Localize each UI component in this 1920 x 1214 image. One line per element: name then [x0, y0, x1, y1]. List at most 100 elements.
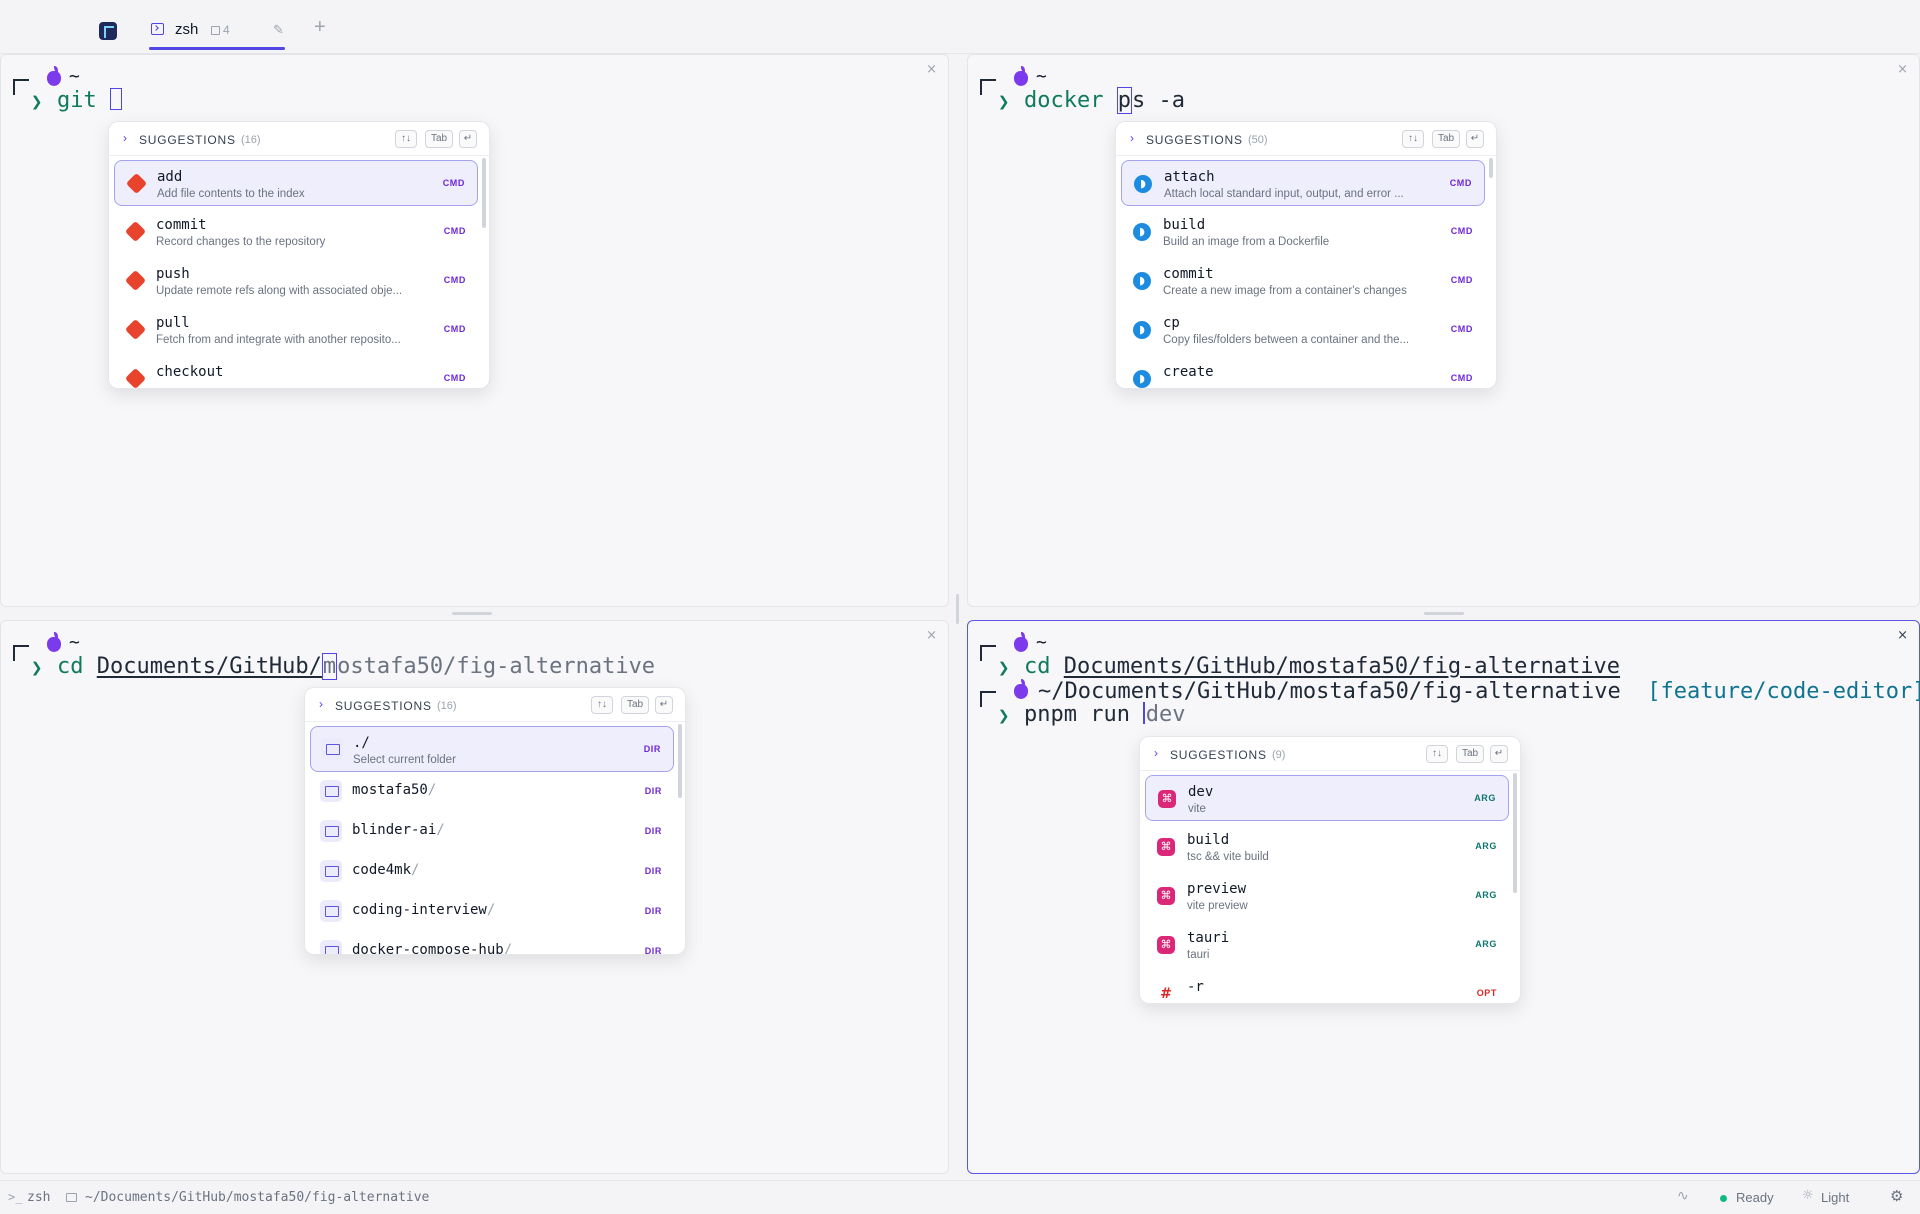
prompt-cwd: ~ [69, 632, 80, 653]
suggestion-item[interactable]: ◗ build Build an image from a Dockerfile… [1121, 209, 1485, 255]
suggestion-item[interactable]: ⌘ tauri tauri ARG [1145, 922, 1509, 968]
suggestion-item[interactable]: ./ Select current folder DIR [310, 726, 674, 772]
pencil-icon[interactable]: ✎ [273, 22, 284, 38]
prompt-chevron: ❯ [998, 705, 1010, 727]
suggestion-item[interactable]: commit Record changes to the repository … [114, 209, 478, 255]
active-tab-indicator [149, 47, 285, 50]
close-icon[interactable]: × [1897, 62, 1908, 77]
ghost-completion: dev [1145, 702, 1186, 727]
chevron-right-icon[interactable]: › [319, 697, 323, 711]
type-badge: CMD [443, 226, 466, 236]
terminal-pane-3[interactable]: × ~ ❯ cd Documents/GitHub/mostafa50/fig-… [0, 620, 949, 1174]
pane-resize-handle[interactable] [956, 594, 959, 624]
apple-icon [1014, 632, 1028, 652]
command-path: Documents/GitHub/mostafa50/fig-alternati… [1063, 654, 1621, 679]
close-icon[interactable]: × [926, 62, 937, 77]
type-badge: ARG [1475, 890, 1497, 900]
chevron-right-icon[interactable]: › [1130, 131, 1134, 145]
suggestion-item[interactable]: blinder-ai/ DIR [310, 811, 674, 851]
dir-slash: / [503, 942, 513, 955]
chevron-right-icon[interactable]: › [1154, 746, 1158, 760]
status-path[interactable]: ~/Documents/GitHub/mostafa50/fig-alterna… [85, 1190, 429, 1205]
pane-resize-handle[interactable] [452, 612, 492, 615]
dir-slash: / [411, 862, 420, 878]
scrollbar[interactable] [678, 724, 682, 798]
type-badge: DIR [644, 786, 662, 796]
suggestion-item[interactable]: mostafa50/ DIR [310, 771, 674, 811]
scrollbar[interactable] [482, 158, 486, 228]
terminal-pane-1[interactable]: × ~ ❯ git › SUGGESTIONS (16) ↑↓ Tab ↵ ad… [0, 54, 949, 607]
suggestion-item[interactable]: ◗ commit Create a new image from a conta… [1121, 258, 1485, 304]
suggestion-item[interactable]: ◗ attach Attach local standard input, ou… [1121, 160, 1485, 206]
popup-title: SUGGESTIONS [139, 133, 236, 147]
suggestion-name: docker-compose-hub/ [352, 942, 513, 955]
prompt-path-line: ~/Documents/GitHub/mostafa50/fig-alterna… [1038, 679, 1920, 704]
suggestion-desc: vite preview [1187, 900, 1248, 912]
command-line[interactable]: cd Documents/GitHub/mostafa50/fig-altern… [57, 653, 655, 680]
prompt-cwd: ~ [1036, 632, 1047, 653]
suggestion-name: push [156, 266, 190, 282]
suggestion-item[interactable]: ⌘ preview vite preview ARG [1145, 873, 1509, 919]
scrollbar[interactable] [1513, 773, 1517, 893]
terminal-pane-4-active[interactable]: × ~ ❯ cd Documents/GitHub/mostafa50/fig-… [967, 620, 1920, 1174]
command-line[interactable]: git [57, 88, 122, 113]
type-badge: CMD [443, 373, 466, 383]
suggestion-item[interactable]: add Add file contents to the index CMD [114, 160, 478, 206]
theme-toggle[interactable]: Light [1821, 1190, 1849, 1205]
scrollbar[interactable] [1489, 158, 1493, 178]
activity-icon[interactable]: ∿ [1677, 1188, 1689, 1204]
type-badge: ARG [1475, 841, 1497, 851]
status-dot [1720, 1195, 1727, 1202]
new-tab-button[interactable]: + [314, 16, 326, 39]
prompt-bracket [980, 79, 996, 95]
close-icon[interactable]: × [926, 628, 937, 643]
suggestion-name: create [1163, 364, 1214, 380]
kbd-enter: ↵ [459, 130, 477, 148]
chevron-right-icon[interactable]: › [123, 131, 127, 145]
suggestion-item[interactable]: ⌘ dev vite ARG [1145, 775, 1509, 821]
suggestion-list: add Add file contents to the index CMD c… [109, 156, 489, 388]
terminal-pane-2[interactable]: × ~ ❯ docker ps -a › SUGGESTIONS (50) ↑↓… [967, 54, 1920, 607]
suggestion-name: build [1163, 217, 1206, 233]
suggestion-name: code4mk/ [352, 862, 419, 878]
suggestion-item[interactable]: ◗ create CMD [1121, 356, 1485, 388]
gear-icon[interactable]: ⚙ [1890, 1187, 1903, 1205]
type-badge: CMD [1450, 373, 1473, 383]
suggestion-item[interactable]: pull Fetch from and integrate with anoth… [114, 307, 478, 353]
pane-resize-handle[interactable] [1424, 612, 1464, 615]
git-icon [124, 367, 147, 388]
folder-icon [320, 900, 342, 922]
tab-zsh[interactable]: zsh 4 ✎ [149, 12, 285, 50]
suggestion-item[interactable]: checkout CMD [114, 356, 478, 388]
sun-icon[interactable]: ☼ [1802, 1188, 1814, 1203]
suggestion-item[interactable]: docker-compose-hub/ DIR [310, 931, 674, 955]
type-badge: CMD [1449, 178, 1472, 188]
git-icon [124, 318, 147, 341]
text-cursor: p [1116, 87, 1132, 114]
apple-icon [1014, 66, 1028, 86]
suggestion-item[interactable]: coding-interview/ DIR [310, 891, 674, 931]
command-line[interactable]: docker ps -a [1024, 87, 1185, 114]
docker-whale-icon: ◗ [1133, 321, 1151, 339]
folder-icon [321, 738, 343, 760]
dir-name: mostafa50 [352, 782, 428, 798]
app-logo-icon[interactable] [99, 22, 117, 40]
suggestion-item[interactable]: # -r OPT [1145, 971, 1509, 1003]
close-icon[interactable]: × [1897, 628, 1908, 643]
command-text: git [57, 88, 97, 113]
suggestion-name: preview [1187, 881, 1247, 897]
suggestion-item[interactable]: ◗ cp Copy files/folders between a contai… [1121, 307, 1485, 353]
suggestion-desc: Record changes to the repository [156, 236, 326, 248]
type-badge: DIR [644, 906, 662, 916]
command-line[interactable]: pnpm run dev [1024, 702, 1185, 727]
suggestion-name: commit [156, 217, 207, 233]
suggestion-item[interactable]: code4mk/ DIR [310, 851, 674, 891]
docker-whale-icon: ◗ [1133, 272, 1151, 290]
suggestion-item[interactable]: ⌘ build tsc && vite build ARG [1145, 824, 1509, 870]
dir-slash: / [427, 782, 437, 798]
suggestion-desc: Build an image from a Dockerfile [1163, 236, 1330, 248]
suggestion-item[interactable]: push Update remote refs along with assoc… [114, 258, 478, 304]
status-shell: zsh [27, 1190, 51, 1205]
suggestion-name: pull [156, 315, 190, 331]
type-badge: CMD [443, 324, 466, 334]
